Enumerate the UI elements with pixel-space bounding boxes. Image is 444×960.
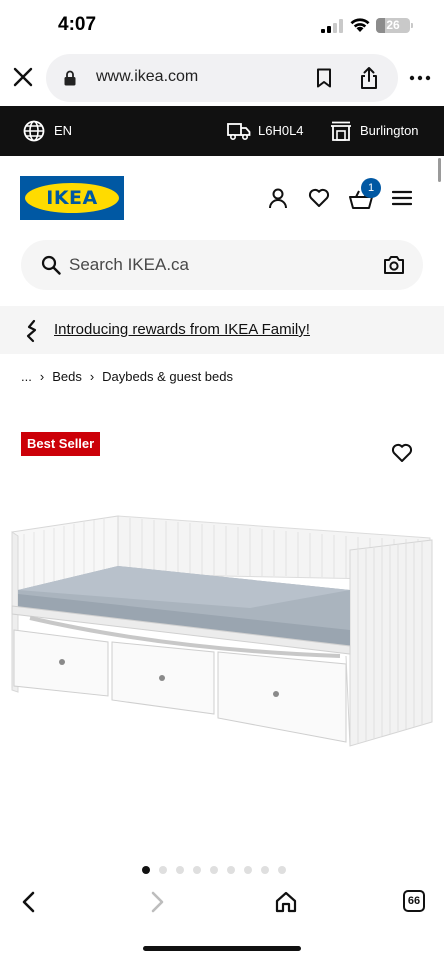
share-icon[interactable]: [359, 66, 379, 90]
rewards-link[interactable]: Introducing rewards from IKEA Family!: [54, 321, 310, 338]
address-field[interactable]: www.ikea.com: [46, 54, 398, 102]
rewards-banner: Introducing rewards from IKEA Family!: [0, 306, 444, 354]
store-icon: [331, 121, 351, 141]
carousel-dot[interactable]: [159, 866, 167, 874]
bookmark-icon[interactable]: [316, 68, 332, 88]
chevron-right-icon: ›: [39, 369, 45, 384]
breadcrumb-item-daybeds[interactable]: Daybeds & guest beds: [102, 369, 233, 384]
cellular-signal-icon: [321, 19, 343, 33]
close-icon[interactable]: [12, 66, 34, 88]
favourites-heart-icon[interactable]: [308, 188, 330, 208]
carousel-dot[interactable]: [142, 866, 150, 874]
logo-text: IKEA: [46, 187, 98, 209]
status-bar: 4:07 26: [0, 0, 444, 50]
browser-url-bar: www.ikea.com: [0, 50, 444, 106]
carousel-dot[interactable]: [193, 866, 201, 874]
page-scrollbar[interactable]: [438, 158, 441, 182]
battery-icon: 26: [376, 18, 410, 33]
url-text: www.ikea.com: [96, 68, 199, 85]
ikea-family-icon: [26, 319, 37, 343]
search-bar: [21, 240, 423, 290]
search-icon: [41, 255, 61, 275]
breadcrumb-item-beds[interactable]: Beds: [52, 369, 82, 384]
carousel-dot[interactable]: [261, 866, 269, 874]
store-selector[interactable]: Burlington: [360, 123, 419, 138]
chevron-right-icon: ›: [89, 369, 95, 384]
info-bar: EN L6H0L4 Burlington: [0, 106, 444, 156]
tabs-count-button[interactable]: 66: [403, 890, 425, 912]
camera-search-icon[interactable]: [383, 255, 405, 275]
home-indicator: [143, 946, 301, 951]
forward-arrow-icon[interactable]: [146, 890, 168, 914]
lock-icon: [64, 70, 76, 86]
carousel-dot[interactable]: [176, 866, 184, 874]
breadcrumb: ... › Beds › Daybeds & guest beds: [21, 369, 233, 384]
breadcrumb-ellipsis[interactable]: ...: [21, 369, 32, 384]
delivery-truck-icon: [227, 123, 251, 141]
carousel-dot[interactable]: [278, 866, 286, 874]
carousel-dot[interactable]: [227, 866, 235, 874]
battery-level: 26: [386, 18, 400, 32]
cart-count-badge: 1: [361, 178, 381, 198]
product-image-daybed[interactable]: [0, 510, 444, 760]
postal-code-selector[interactable]: L6H0L4: [258, 123, 304, 138]
back-arrow-icon[interactable]: [18, 890, 40, 914]
language-selector[interactable]: EN: [54, 123, 72, 138]
image-carousel-dots: [142, 866, 295, 874]
best-seller-badge: Best Seller: [21, 432, 101, 456]
globe-icon[interactable]: [23, 120, 45, 142]
more-options-icon[interactable]: [408, 68, 432, 88]
carousel-dot[interactable]: [244, 866, 252, 874]
search-input[interactable]: [69, 240, 369, 290]
user-account-icon[interactable]: [267, 187, 289, 209]
carousel-dot[interactable]: [210, 866, 218, 874]
add-to-favourites-heart-icon[interactable]: [391, 443, 413, 463]
ikea-logo[interactable]: IKEA: [20, 176, 124, 220]
hamburger-menu-icon[interactable]: [392, 190, 412, 206]
home-icon[interactable]: [275, 890, 297, 914]
wifi-icon: [350, 18, 370, 32]
status-time: 4:07: [58, 14, 97, 35]
